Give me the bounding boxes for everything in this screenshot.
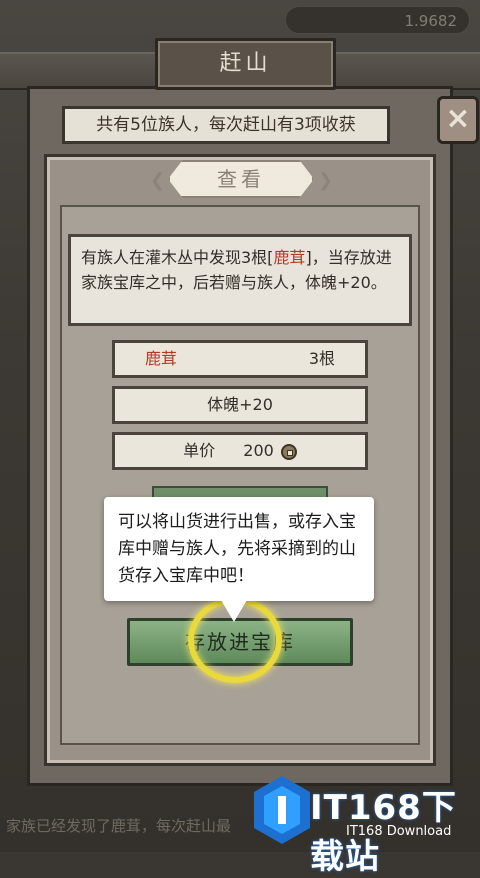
item-name: 鹿茸 bbox=[145, 349, 178, 368]
watermark-logo-icon bbox=[254, 776, 310, 844]
coin-icon bbox=[280, 444, 297, 460]
close-icon: × bbox=[445, 101, 471, 136]
page-title: 赶山 bbox=[219, 51, 272, 76]
tooltip-text: 可以将山货进行出售，或存入宝库中赠与族人，先将采摘到的山货存入宝库中吧！ bbox=[118, 512, 356, 586]
price-label: 单价 bbox=[183, 441, 216, 460]
ribbon-left-ornament-icon: ❮ bbox=[150, 170, 166, 191]
info-bar: 共有5位族人，每次赶山有3项收获 bbox=[62, 106, 390, 144]
description-text-1: 有族人在灌木丛中发现3根[ bbox=[81, 248, 274, 267]
description-highlight: 鹿茸 bbox=[273, 248, 306, 267]
item-row: 鹿茸 3根 bbox=[112, 340, 368, 378]
currency-value: 1.9682 bbox=[404, 12, 458, 30]
title-plaque: 赶山 bbox=[155, 38, 336, 90]
item-quantity: 3根 bbox=[308, 349, 335, 368]
currency-display: 1.9682 bbox=[285, 6, 470, 34]
price-value: 200 bbox=[243, 441, 274, 460]
info-bar-text: 共有5位族人，每次赶山有3项收获 bbox=[96, 115, 356, 135]
effect-text: 体魄+20 bbox=[207, 395, 273, 414]
panel-header-label: 查看 bbox=[217, 167, 265, 191]
price-row: 单价 200 bbox=[112, 432, 368, 470]
tooltip-pointer bbox=[221, 600, 247, 622]
tutorial-tooltip: 可以将山货进行出售，或存入宝库中赠与族人，先将采摘到的山货存入宝库中吧！ bbox=[104, 497, 374, 601]
panel-header: 查看 bbox=[168, 160, 314, 198]
watermark-subtitle: IT168 Download bbox=[346, 824, 452, 839]
description-box: 有族人在灌木丛中发现3根[鹿茸]，当存放进家族宝库之中，后若赠与族人，体魄+20… bbox=[68, 234, 412, 326]
close-button[interactable]: × bbox=[437, 96, 479, 144]
ribbon-right-ornament-icon: ❯ bbox=[318, 170, 334, 191]
watermark: IT168下载站 IT168 Download bbox=[250, 774, 478, 877]
bottom-caption-text: 家族已经发现了鹿茸，每次赶山最 bbox=[6, 817, 232, 835]
effect-row: 体魄+20 bbox=[112, 386, 368, 424]
